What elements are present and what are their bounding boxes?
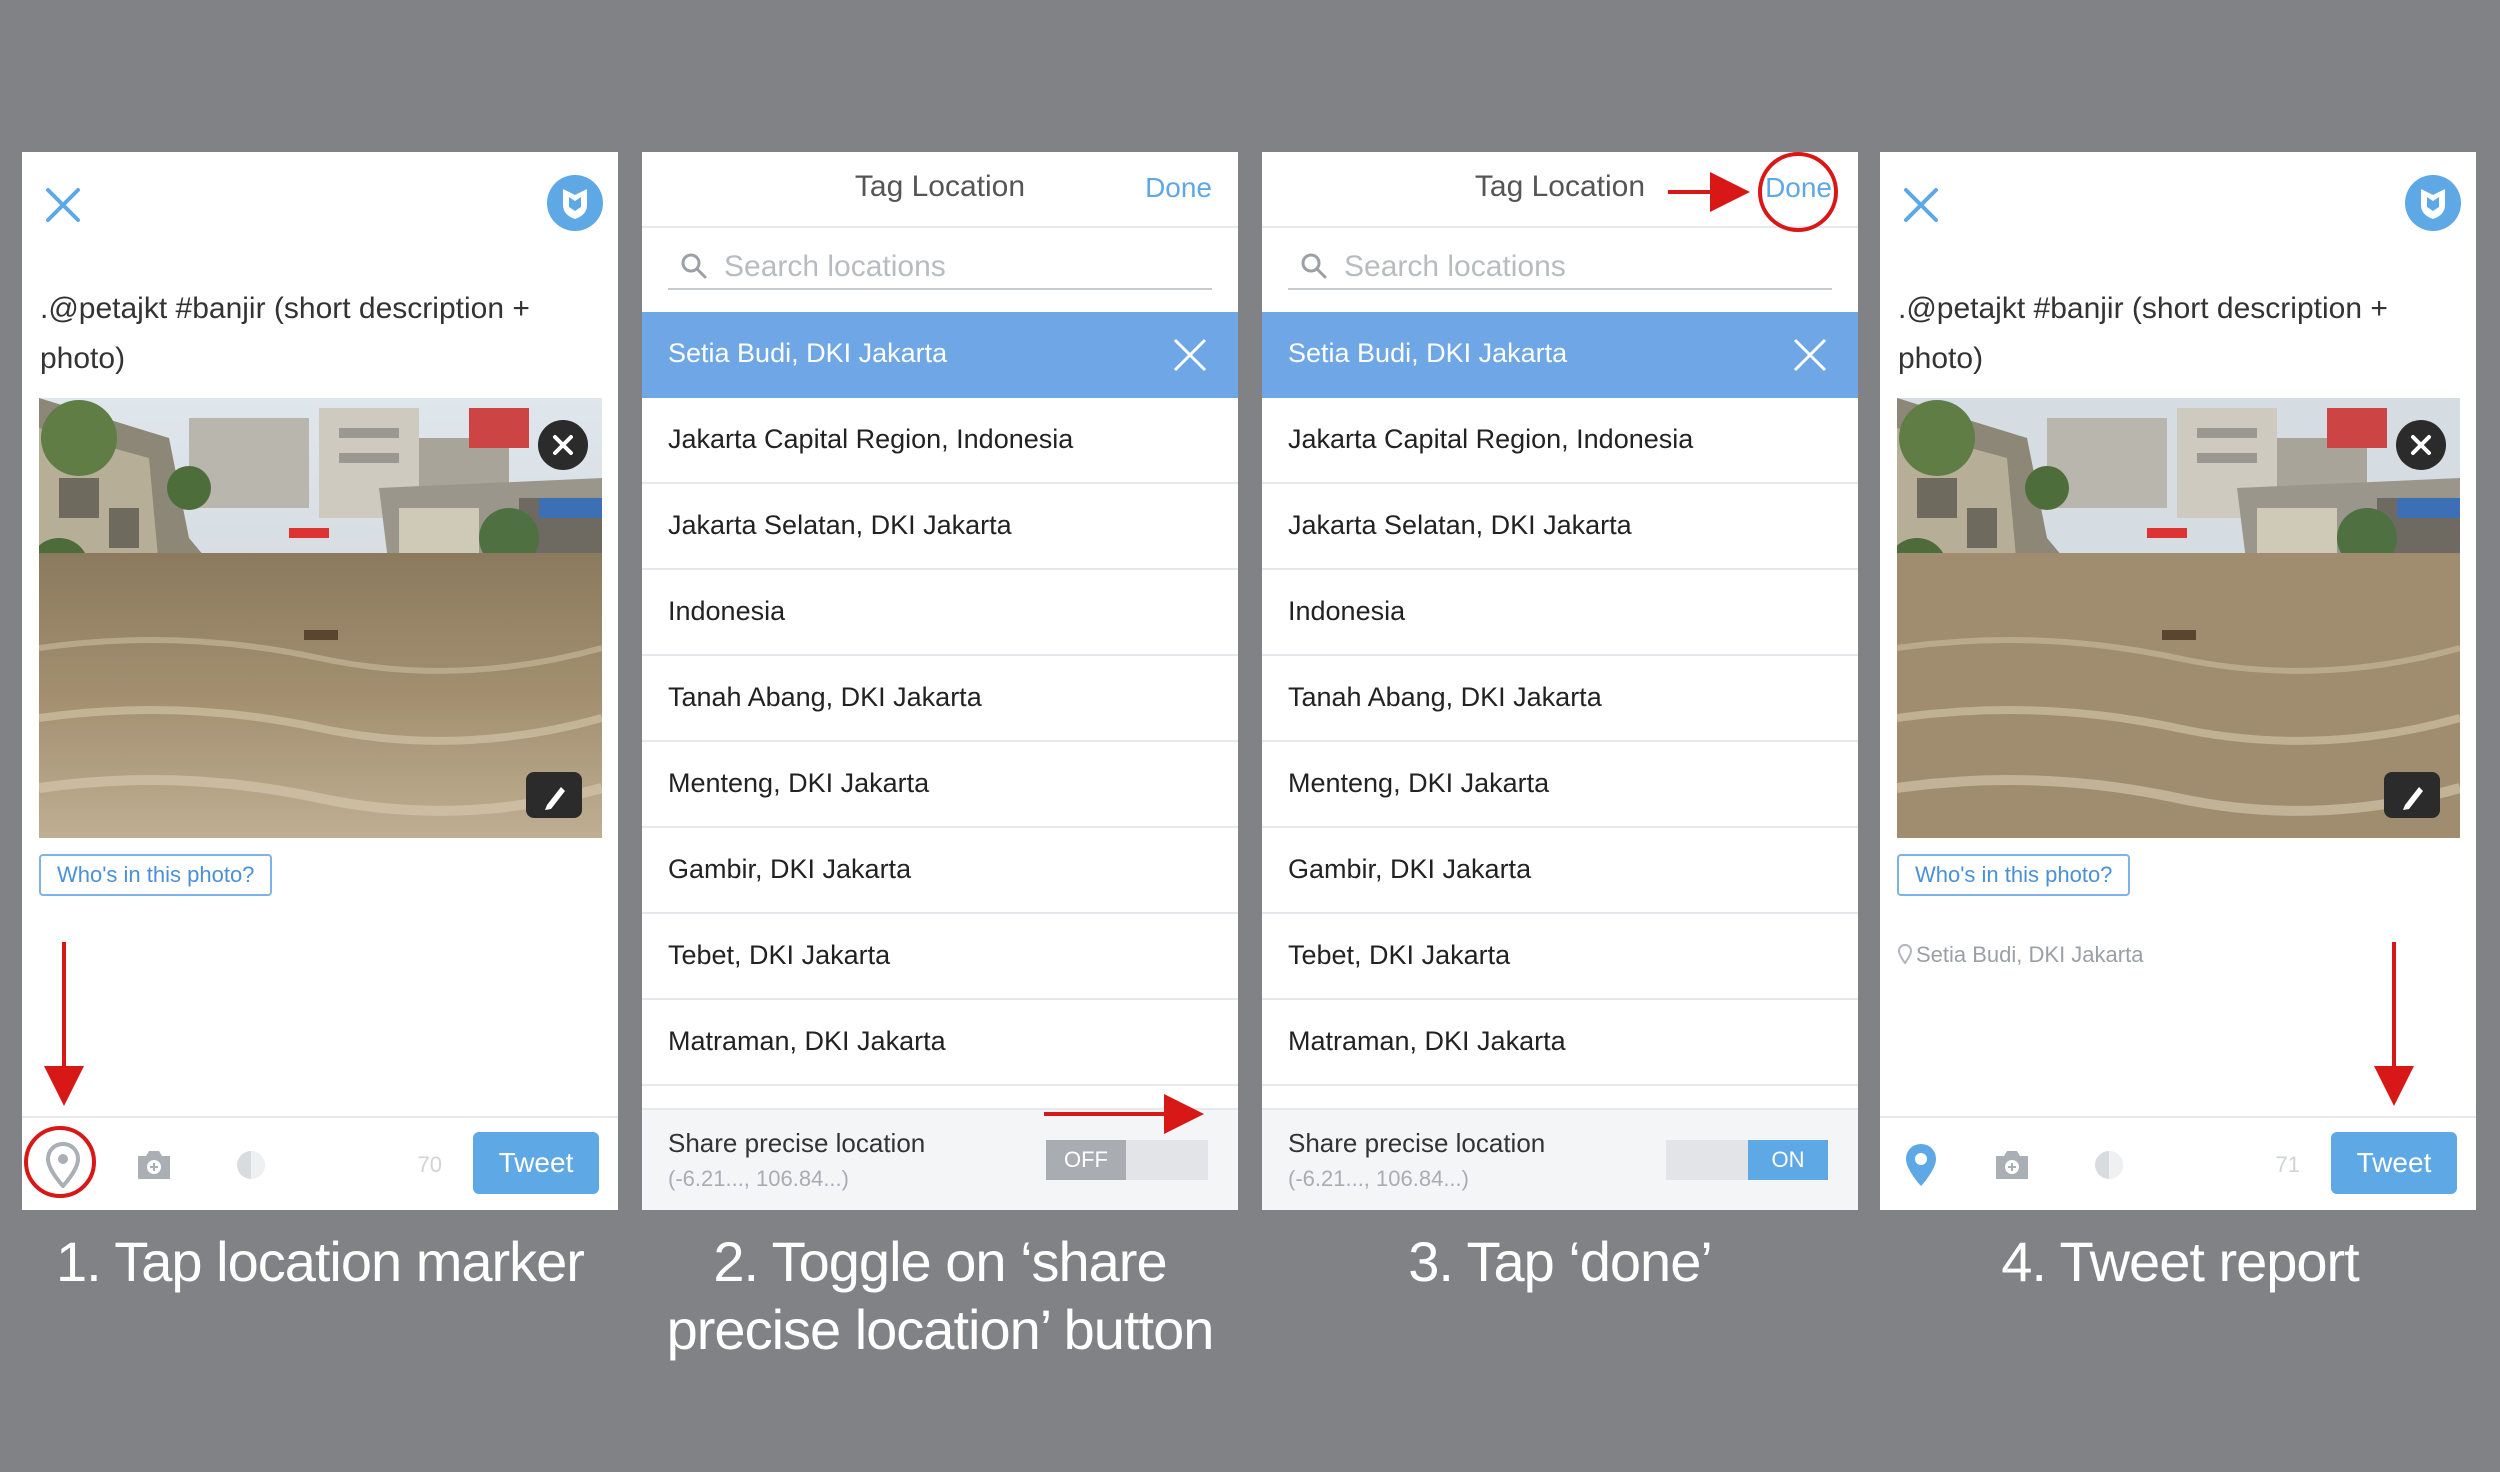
tagged-location[interactable]: Setia Budi, DKI Jakarta: [1897, 942, 2144, 968]
close-icon[interactable]: [1898, 182, 1946, 230]
compose-panel-4: .@petajkt #banjir (short description + p…: [1880, 152, 2476, 1210]
location-row[interactable]: Jakarta Capital Region, Indonesia: [1262, 398, 1858, 484]
location-list: Setia Budi, DKI Jakarta Jakarta Capital …: [1262, 312, 1858, 1086]
location-label: Tebet, DKI Jakarta: [1288, 940, 1511, 970]
camera-icon[interactable]: [134, 1148, 174, 1182]
location-pin-icon[interactable]: [45, 1141, 81, 1189]
photo-remove-icon[interactable]: [538, 420, 588, 470]
location-label: Indonesia: [1288, 596, 1406, 626]
tagged-location-label: Setia Budi, DKI Jakarta: [1916, 942, 2144, 967]
selected-location-label: Setia Budi, DKI Jakarta: [1288, 338, 1568, 368]
attached-photo: [39, 398, 602, 838]
location-row[interactable]: Jakarta Capital Region, Indonesia: [642, 398, 1238, 484]
selected-location-row[interactable]: Setia Budi, DKI Jakarta: [642, 312, 1238, 398]
search-icon: [680, 252, 708, 280]
photo-edit-icon[interactable]: [2384, 772, 2440, 818]
share-location-toggle[interactable]: OFF: [1046, 1140, 1208, 1180]
location-row[interactable]: Jakarta Selatan, DKI Jakarta: [642, 484, 1238, 570]
search-input[interactable]: [1342, 248, 1826, 286]
location-label: Jakarta Selatan, DKI Jakarta: [1288, 510, 1632, 540]
step-caption-3: 3. Tap ‘done’: [1408, 1230, 1713, 1293]
compose-panel-1: .@petajkt #banjir (short description + p…: [22, 152, 618, 1210]
location-label: Gambir, DKI Jakarta: [668, 854, 912, 884]
location-row[interactable]: Indonesia: [642, 570, 1238, 656]
coordinates: (-6.21..., 106.84...): [668, 1166, 849, 1191]
tag-location-header: Tag Location Done: [1262, 152, 1858, 228]
character-count: 71: [2275, 1152, 2300, 1177]
done-button[interactable]: Done: [1765, 172, 1832, 204]
share-precise-location: Share precise location (-6.21..., 106.84…: [642, 1108, 1238, 1210]
toggle-state: ON: [1748, 1140, 1828, 1180]
location-search: [1288, 244, 1832, 290]
location-label: Jakarta Capital Region, Indonesia: [1288, 424, 1694, 454]
location-row[interactable]: Gambir, DKI Jakarta: [1262, 828, 1858, 914]
location-row[interactable]: Tanah Abang, DKI Jakarta: [1262, 656, 1858, 742]
camera-icon[interactable]: [1992, 1148, 2032, 1182]
location-row[interactable]: Tebet, DKI Jakarta: [1262, 914, 1858, 1000]
tag-location-panel-2: Tag Location Done Setia Budi, DKI Jakart…: [642, 152, 1238, 1210]
search-icon: [1300, 252, 1328, 280]
location-search: [668, 244, 1212, 290]
tag-location-panel-3: Tag Location Done Setia Budi, DKI Jakart…: [1262, 152, 1858, 1210]
character-count: 70: [417, 1152, 442, 1177]
photo-edit-icon[interactable]: [526, 772, 582, 818]
location-row[interactable]: Indonesia: [1262, 570, 1858, 656]
step-caption-2: 2. Toggle on ‘share precise location’ bu…: [666, 1230, 1215, 1361]
tweet-text[interactable]: .@petajkt #banjir (short description + p…: [40, 284, 580, 384]
location-label: Tanah Abang, DKI Jakarta: [668, 682, 982, 712]
share-location-toggle[interactable]: ON: [1666, 1140, 1828, 1180]
tweet-button[interactable]: Tweet: [2331, 1132, 2457, 1194]
location-row[interactable]: Matraman, DKI Jakarta: [1262, 1000, 1858, 1086]
share-precise-location: Share precise location (-6.21..., 106.84…: [1262, 1108, 1858, 1210]
tweet-button[interactable]: Tweet: [473, 1132, 599, 1194]
gif-icon[interactable]: [234, 1148, 268, 1182]
location-label: Indonesia: [668, 596, 786, 626]
close-icon[interactable]: [40, 182, 88, 230]
location-list: Setia Budi, DKI Jakarta Jakarta Capital …: [642, 312, 1238, 1086]
clear-location-icon[interactable]: [1792, 337, 1828, 373]
location-label: Jakarta Selatan, DKI Jakarta: [668, 510, 1012, 540]
location-row[interactable]: Gambir, DKI Jakarta: [642, 828, 1238, 914]
compose-toolbar: 71 Tweet: [1880, 1116, 2476, 1210]
location-label: Tebet, DKI Jakarta: [668, 940, 891, 970]
step-caption-4: 4. Tweet report: [2001, 1230, 2360, 1293]
tweet-text[interactable]: .@petajkt #banjir (short description + p…: [1898, 284, 2438, 384]
location-label: Tanah Abang, DKI Jakarta: [1288, 682, 1602, 712]
location-row[interactable]: Tebet, DKI Jakarta: [642, 914, 1238, 1000]
location-label: Matraman, DKI Jakarta: [668, 1026, 946, 1056]
share-location-label: Share precise location: [668, 1128, 926, 1158]
location-label: Menteng, DKI Jakarta: [668, 768, 930, 798]
location-row[interactable]: Menteng, DKI Jakarta: [642, 742, 1238, 828]
gif-icon[interactable]: [2092, 1148, 2126, 1182]
selected-location-label: Setia Budi, DKI Jakarta: [668, 338, 948, 368]
step-caption-1: 1. Tap location marker: [56, 1230, 585, 1293]
location-label: Jakarta Capital Region, Indonesia: [668, 424, 1074, 454]
search-input[interactable]: [722, 248, 1206, 286]
location-row[interactable]: Jakarta Selatan, DKI Jakarta: [1262, 484, 1858, 570]
coordinates: (-6.21..., 106.84...): [1288, 1166, 1469, 1191]
done-button[interactable]: Done: [1145, 172, 1212, 204]
location-row[interactable]: Tanah Abang, DKI Jakarta: [642, 656, 1238, 742]
location-pin-icon[interactable]: [1904, 1142, 1938, 1188]
who-in-photo-button[interactable]: Who's in this photo?: [39, 854, 273, 896]
share-location-label: Share precise location: [1288, 1128, 1546, 1158]
avatar[interactable]: [547, 175, 603, 231]
compose-toolbar: 70 Tweet: [22, 1116, 618, 1210]
location-label: Gambir, DKI Jakarta: [1288, 854, 1532, 884]
location-label: Matraman, DKI Jakarta: [1288, 1026, 1566, 1056]
location-row[interactable]: Matraman, DKI Jakarta: [642, 1000, 1238, 1086]
small-pin-icon: [1897, 943, 1913, 965]
avatar[interactable]: [2405, 175, 2461, 231]
selected-location-row[interactable]: Setia Budi, DKI Jakarta: [1262, 312, 1858, 398]
location-row[interactable]: Menteng, DKI Jakarta: [1262, 742, 1858, 828]
clear-location-icon[interactable]: [1172, 337, 1208, 373]
toggle-state: OFF: [1046, 1140, 1126, 1180]
photo-remove-icon[interactable]: [2396, 420, 2446, 470]
attached-photo: [1897, 398, 2460, 838]
who-in-photo-button[interactable]: Who's in this photo?: [1897, 854, 2131, 896]
location-label: Menteng, DKI Jakarta: [1288, 768, 1550, 798]
tag-location-header: Tag Location Done: [642, 152, 1238, 228]
